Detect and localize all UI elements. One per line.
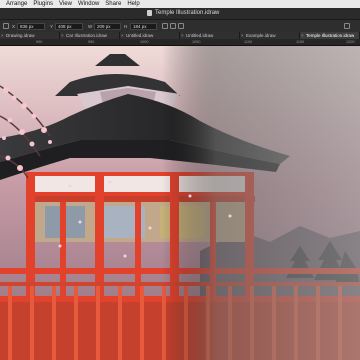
tab-label: Example.idraw bbox=[246, 33, 276, 38]
y-position-field[interactable]: 408 px bbox=[55, 23, 83, 30]
tab-temple-illustration[interactable]: × Temple Illustration.idraw bbox=[300, 32, 360, 39]
close-tab-icon[interactable]: × bbox=[301, 32, 304, 39]
close-tab-icon[interactable]: × bbox=[241, 32, 244, 39]
close-tab-icon[interactable]: × bbox=[61, 32, 64, 39]
ruler-tick: 950 bbox=[88, 40, 95, 44]
menu-share[interactable]: Share bbox=[105, 0, 121, 8]
flip-icon[interactable] bbox=[170, 23, 176, 29]
x-position-field[interactable]: 836 px bbox=[17, 23, 45, 30]
close-tab-icon[interactable]: × bbox=[1, 32, 4, 39]
y-label: Y bbox=[50, 24, 54, 29]
lock-icon[interactable] bbox=[178, 23, 184, 29]
close-tab-icon[interactable]: × bbox=[121, 32, 124, 39]
menu-bar: Arrange Plugins View Window Share Help bbox=[0, 0, 360, 8]
menu-plugins[interactable]: Plugins bbox=[33, 0, 53, 8]
title-bar: Temple Illustration.idraw bbox=[0, 8, 360, 20]
y-field-group: Y 408 px bbox=[50, 23, 84, 30]
tab-label: Temple Illustration.idraw bbox=[306, 33, 355, 38]
tab-label: Untitled.idraw bbox=[186, 33, 214, 38]
tab-untitled-1[interactable]: × Untitled.idraw bbox=[120, 32, 180, 39]
drawing-canvas[interactable] bbox=[0, 46, 360, 360]
horizontal-ruler[interactable]: 900 950 1000 1050 1100 1150 1200 bbox=[0, 39, 360, 46]
width-field[interactable]: 209 px bbox=[94, 23, 121, 30]
tab-label: Untitled.idraw bbox=[126, 33, 154, 38]
ruler-tick: 1200 bbox=[346, 40, 355, 44]
tab-car-illustration[interactable]: × Car Illustration.idraw bbox=[60, 32, 120, 39]
menu-help[interactable]: Help bbox=[127, 0, 139, 8]
height-field[interactable]: 184 px bbox=[130, 23, 157, 30]
window-title: Temple Illustration.idraw bbox=[155, 10, 220, 16]
x-field-group: X 836 px bbox=[12, 23, 46, 30]
ruler-tick: 1050 bbox=[192, 40, 201, 44]
align-icon[interactable] bbox=[3, 23, 9, 29]
w-field-group: W 209 px bbox=[88, 23, 122, 30]
inspector-toggle-icon[interactable] bbox=[344, 23, 350, 29]
w-label: W bbox=[88, 24, 93, 29]
document-tabs: × Drawing.idraw × Car Illustration.idraw ×… bbox=[0, 32, 360, 39]
menu-window[interactable]: Window bbox=[78, 0, 99, 8]
h-field-group: H 184 px bbox=[124, 23, 158, 30]
close-tab-icon[interactable]: × bbox=[181, 32, 184, 39]
ruler-tick: 1100 bbox=[244, 40, 253, 44]
ruler-tick: 1000 bbox=[140, 40, 149, 44]
x-label: X bbox=[12, 24, 16, 29]
ruler-tick: 1150 bbox=[296, 40, 305, 44]
wireframe-overlay bbox=[0, 46, 360, 360]
menu-arrange[interactable]: Arrange bbox=[6, 0, 27, 8]
tab-untitled-2[interactable]: × Untitled.idraw bbox=[180, 32, 240, 39]
ruler-tick: 900 bbox=[36, 40, 43, 44]
temple-illustration bbox=[0, 46, 360, 360]
tab-label: Drawing.idraw bbox=[6, 33, 35, 38]
tab-drawing[interactable]: × Drawing.idraw bbox=[0, 32, 60, 39]
h-label: H bbox=[124, 24, 128, 29]
tab-example[interactable]: × Example.idraw bbox=[240, 32, 300, 39]
rotate-icon[interactable] bbox=[162, 23, 168, 29]
tab-label: Car Illustration.idraw bbox=[66, 33, 108, 38]
document-icon bbox=[147, 10, 152, 16]
menu-view[interactable]: View bbox=[59, 0, 72, 8]
